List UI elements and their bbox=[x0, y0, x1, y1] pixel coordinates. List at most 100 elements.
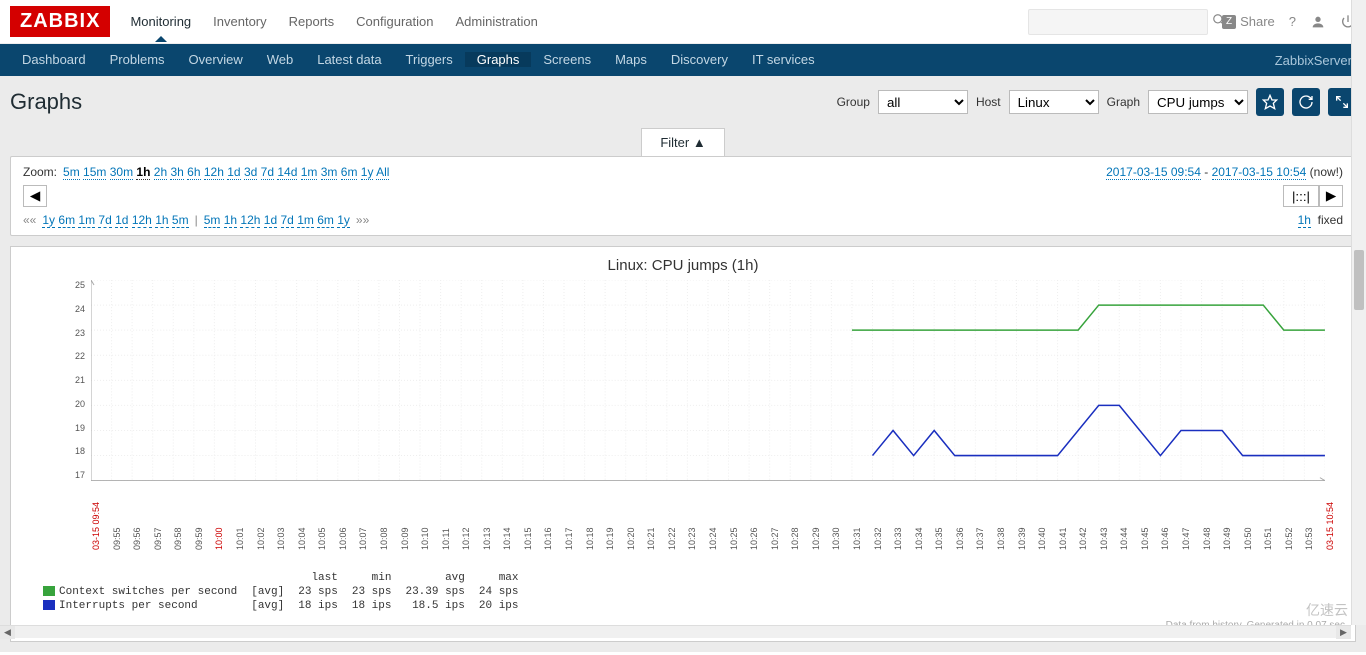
x-tick: 10:16 bbox=[543, 527, 553, 550]
shift-right-1d[interactable]: 1d bbox=[264, 213, 277, 228]
top-menu-administration[interactable]: Administration bbox=[456, 2, 538, 41]
fixed-range[interactable]: 1h bbox=[1298, 213, 1311, 228]
x-tick: 10:22 bbox=[667, 527, 677, 550]
x-tick: 09:58 bbox=[173, 527, 183, 550]
help-icon[interactable]: ? bbox=[1289, 14, 1296, 29]
sub-menu-it-services[interactable]: IT services bbox=[740, 52, 827, 67]
zoom-1m[interactable]: 1m bbox=[301, 165, 318, 180]
x-tick: 10:34 bbox=[914, 527, 924, 550]
y-tick: 25 bbox=[61, 280, 85, 290]
top-menu-reports[interactable]: Reports bbox=[289, 2, 335, 41]
zoom-All[interactable]: All bbox=[376, 165, 389, 180]
x-tick: 10:53 bbox=[1304, 527, 1314, 550]
zoom-3m[interactable]: 3m bbox=[321, 165, 338, 180]
favorite-button[interactable] bbox=[1256, 88, 1284, 116]
shift-right-12h[interactable]: 12h bbox=[240, 213, 260, 228]
sub-menu-graphs[interactable]: Graphs bbox=[465, 52, 532, 67]
shift-left-1h[interactable]: 1h bbox=[155, 213, 168, 228]
zoom-3d[interactable]: 3d bbox=[244, 165, 257, 180]
search-input[interactable] bbox=[1035, 14, 1212, 29]
zoom-7d[interactable]: 7d bbox=[261, 165, 274, 180]
sub-menu-screens[interactable]: Screens bbox=[531, 52, 603, 67]
x-tick: 09:59 bbox=[194, 527, 204, 550]
filter-toggle[interactable]: Filter ▲ bbox=[641, 128, 724, 156]
zoom-15m[interactable]: 15m bbox=[83, 165, 106, 180]
user-icon[interactable] bbox=[1310, 14, 1326, 30]
group-select[interactable]: all bbox=[878, 90, 968, 114]
x-tick: 03-15 10:54 bbox=[1325, 502, 1335, 550]
host-select[interactable]: Linux bbox=[1009, 90, 1099, 114]
shift-left-7d[interactable]: 7d bbox=[98, 213, 111, 228]
sub-menu-maps[interactable]: Maps bbox=[603, 52, 659, 67]
x-tick: 10:40 bbox=[1037, 527, 1047, 550]
zoom-1h[interactable]: 1h bbox=[136, 165, 150, 180]
zoom-2h[interactable]: 2h bbox=[154, 165, 167, 180]
top-menu-monitoring[interactable]: Monitoring bbox=[130, 2, 191, 41]
scroll-right-icon[interactable]: ▶ bbox=[1336, 626, 1351, 639]
fixed-label: fixed bbox=[1318, 213, 1343, 227]
zoom-1y[interactable]: 1y bbox=[361, 165, 374, 180]
logo[interactable]: ZABBIX bbox=[10, 6, 110, 37]
nav-next-button[interactable]: ▶ bbox=[1319, 185, 1343, 207]
zoom-label: Zoom: bbox=[23, 165, 57, 179]
x-tick: 10:46 bbox=[1160, 527, 1170, 550]
shift-left-12h[interactable]: 12h bbox=[132, 213, 152, 228]
shift-left-5m[interactable]: 5m bbox=[172, 213, 189, 228]
top-menu-inventory[interactable]: Inventory bbox=[213, 2, 266, 41]
vertical-scrollbar[interactable] bbox=[1351, 0, 1366, 625]
x-tick: 10:51 bbox=[1263, 527, 1273, 550]
zoom-1d[interactable]: 1d bbox=[227, 165, 240, 180]
shift-right-1h[interactable]: 1h bbox=[224, 213, 237, 228]
y-axis: 252423222120191817 bbox=[61, 280, 85, 480]
top-menu-configuration[interactable]: Configuration bbox=[356, 2, 433, 41]
shift-right-6m[interactable]: 6m bbox=[317, 213, 334, 228]
sub-menu-latest-data[interactable]: Latest data bbox=[305, 52, 393, 67]
graph-label: Graph bbox=[1107, 95, 1140, 109]
shift-right-1m[interactable]: 1m bbox=[297, 213, 314, 228]
x-tick: 10:03 bbox=[276, 527, 286, 550]
sub-menu-discovery[interactable]: Discovery bbox=[659, 52, 740, 67]
refresh-button[interactable] bbox=[1292, 88, 1320, 116]
zoom-6h[interactable]: 6h bbox=[187, 165, 200, 180]
y-tick: 23 bbox=[61, 328, 85, 338]
zoom-30m[interactable]: 30m bbox=[110, 165, 133, 180]
shift-left-1m[interactable]: 1m bbox=[78, 213, 95, 228]
sub-menu-dashboard[interactable]: Dashboard bbox=[10, 52, 98, 67]
x-tick: 10:48 bbox=[1202, 527, 1212, 550]
horizontal-scrollbar[interactable]: ◀ ▶ bbox=[0, 625, 1351, 638]
shift-left-6m[interactable]: 6m bbox=[58, 213, 75, 228]
sub-menu-web[interactable]: Web bbox=[255, 52, 306, 67]
nav-dots-button[interactable]: |:::| bbox=[1283, 185, 1319, 207]
scroll-thumb[interactable] bbox=[1354, 250, 1364, 310]
shift-right-7d[interactable]: 7d bbox=[281, 213, 294, 228]
x-tick: 10:12 bbox=[461, 527, 471, 550]
graph-select[interactable]: CPU jumps bbox=[1148, 90, 1248, 114]
x-tick: 10:30 bbox=[831, 527, 841, 550]
sub-menu-overview[interactable]: Overview bbox=[177, 52, 255, 67]
x-tick: 10:09 bbox=[400, 527, 410, 550]
zoom-6m[interactable]: 6m bbox=[341, 165, 358, 180]
zoom-3h[interactable]: 3h bbox=[170, 165, 183, 180]
range-from[interactable]: 2017-03-15 09:54 bbox=[1106, 165, 1201, 180]
shift-left-1d[interactable]: 1d bbox=[115, 213, 128, 228]
nav-prev-button[interactable]: ◀ bbox=[23, 185, 47, 207]
shift-right-1y[interactable]: 1y bbox=[337, 213, 350, 228]
shift-right-5m[interactable]: 5m bbox=[204, 213, 221, 228]
range-to[interactable]: 2017-03-15 10:54 bbox=[1212, 165, 1307, 180]
scroll-left-icon[interactable]: ◀ bbox=[0, 626, 15, 639]
shift-left-1y[interactable]: 1y bbox=[42, 213, 55, 228]
global-search[interactable] bbox=[1028, 9, 1208, 35]
sub-menu-problems[interactable]: Problems bbox=[98, 52, 177, 67]
share-link[interactable]: ZShare bbox=[1222, 14, 1275, 29]
x-tick: 10:01 bbox=[235, 527, 245, 550]
zoom-14d[interactable]: 14d bbox=[277, 165, 297, 180]
shift-ll-icon: «« bbox=[23, 213, 36, 227]
zoom-12h[interactable]: 12h bbox=[204, 165, 224, 180]
y-tick: 24 bbox=[61, 304, 85, 314]
sub-menu-triggers[interactable]: Triggers bbox=[394, 52, 465, 67]
y-tick: 22 bbox=[61, 351, 85, 361]
x-tick: 10:13 bbox=[482, 527, 492, 550]
zoom-5m[interactable]: 5m bbox=[63, 165, 80, 180]
x-tick: 10:18 bbox=[585, 527, 595, 550]
x-tick: 10:39 bbox=[1017, 527, 1027, 550]
